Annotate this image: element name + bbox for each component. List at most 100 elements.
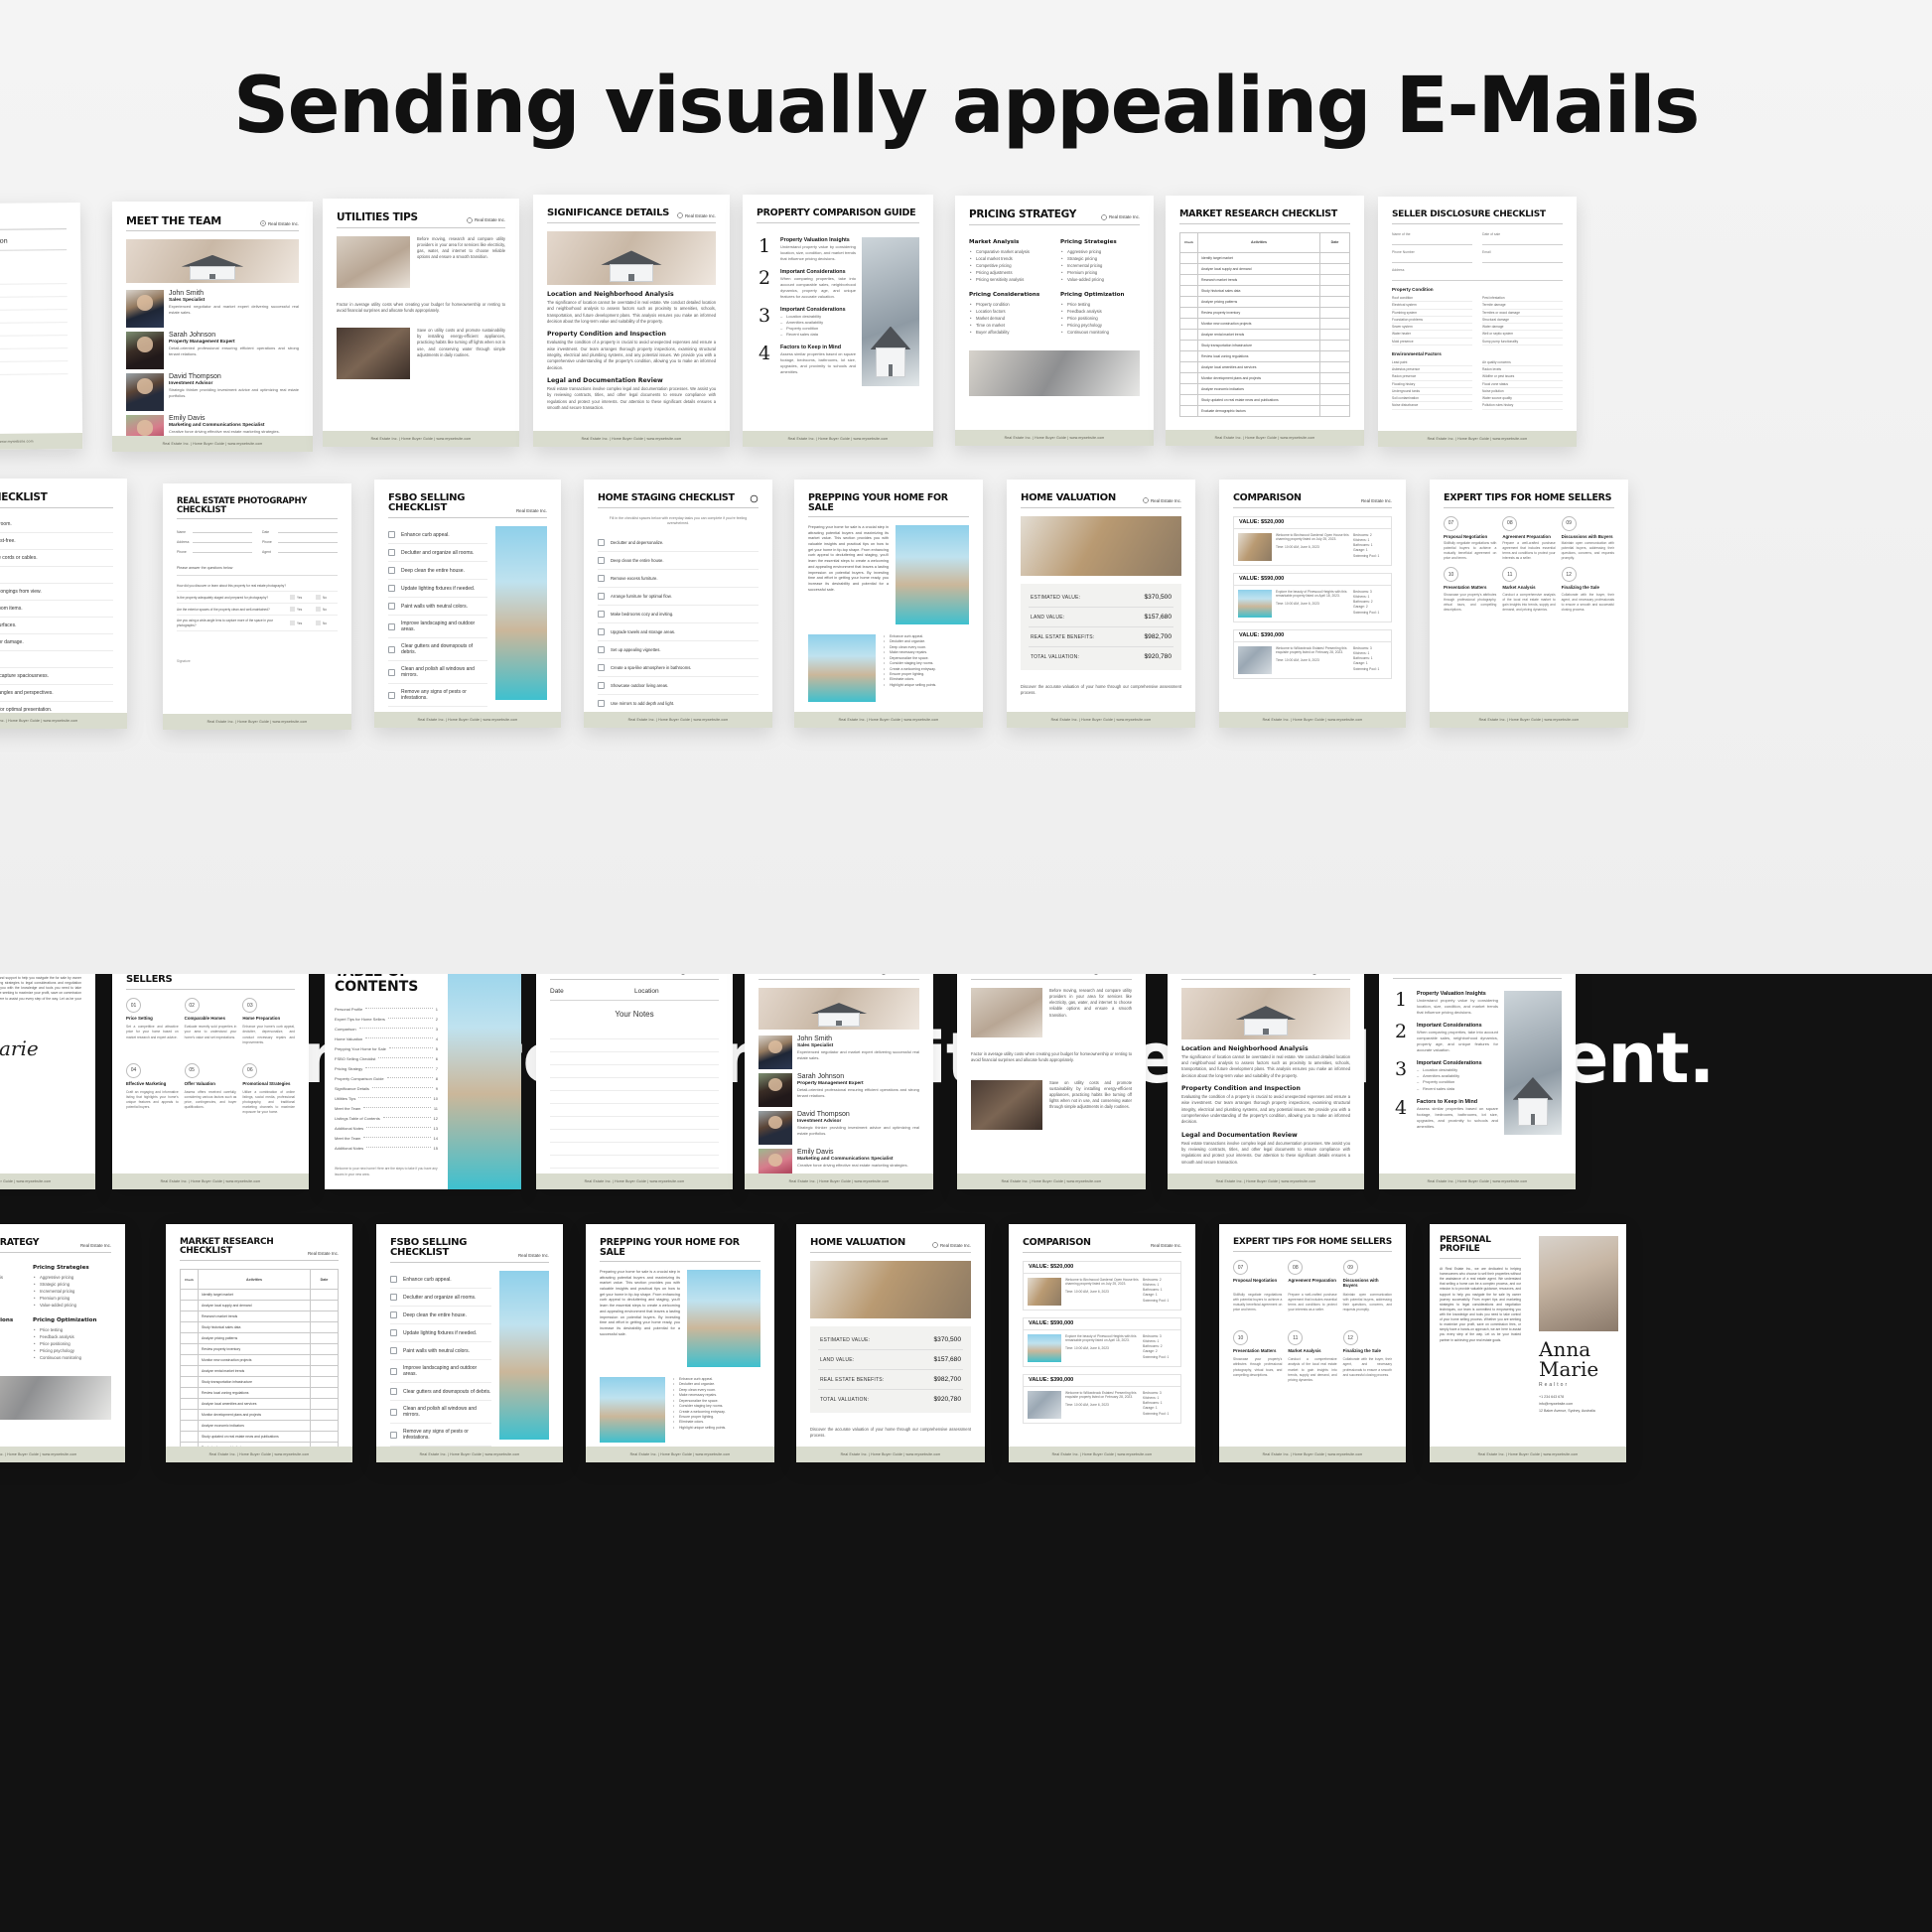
checklist-item[interactable]: Hide or remove any visible cords or cabl… [0,550,113,567]
disclosure-item[interactable]: Structural damage [1482,317,1563,324]
option-yes[interactable]: Yes [290,607,312,613]
contact-email[interactable]: info@mywebsite.com [0,1073,81,1080]
disclosure-item[interactable]: Flooding history [1392,381,1472,388]
toc-row[interactable]: FSBO Selling Checklist 6 [335,1053,438,1063]
toc-row[interactable]: Prepping Your Home for Sale 5 [335,1043,438,1053]
input-line[interactable] [1392,254,1472,263]
checklist-item[interactable]: Clear gutters and downspouts of debris. [388,638,487,661]
checklist-item[interactable]: Remove any signs of pests or infestation… [390,1424,491,1447]
checklist-item[interactable]: Experiment with different angles and per… [0,685,113,702]
disclosure-item[interactable]: Flood zone status [1482,381,1563,388]
checklist-item[interactable]: Arrange furniture for optimal flow. [598,588,759,607]
checklist-item[interactable]: Update lighting fixtures if needed. [390,1324,491,1342]
disclosure-item[interactable]: Radon levels [1482,366,1563,374]
checkbox[interactable] [388,585,395,592]
input-line[interactable] [1482,254,1563,263]
template-card-seller-disclosure-checklist[interactable]: SELLER DISCLOSURE CHECKLIST Name of the … [1378,197,1577,447]
template-card-expert-tips[interactable]: EXPERT TIPS FOR HOME SELLERS 07 Proposal … [1430,480,1628,728]
checklist-item[interactable]: Deep clean the entire house. [598,552,759,571]
disclosure-item[interactable]: Mold presence [1392,339,1472,345]
note-line[interactable] [550,1091,719,1104]
checkbox[interactable] [390,1431,397,1439]
disclosure-item[interactable]: Asbestos presence [1392,366,1472,374]
disclosure-item[interactable]: Termites or wood damage [1482,310,1563,317]
disclosure-item[interactable]: Wildfire or pest issues [1482,373,1563,381]
input-line[interactable] [193,547,252,553]
toc-row[interactable]: Additional Notes 13 [335,1123,438,1133]
input-line[interactable] [1482,236,1563,245]
checkbox[interactable] [390,1329,397,1336]
disclosure-item[interactable]: Air quality concerns [1482,359,1563,366]
template-card-comparison[interactable]: COMPARISON Real Estate Inc. VALUE: $520,… [1219,480,1406,728]
checkbox[interactable] [390,1388,397,1395]
disclosure-item[interactable]: Sump pump functionality [1482,339,1563,345]
checklist-item[interactable]: Clean and organize bathroom items. [0,601,113,618]
checkbox[interactable] [388,691,395,699]
disclosure-item[interactable]: Lead paint [1392,359,1472,366]
checklist-item[interactable]: Declutter and depersonalize. [598,534,759,553]
disclosure-item[interactable]: Plumbing system [1392,310,1472,317]
checkbox[interactable] [388,622,395,630]
note-line[interactable] [550,1065,719,1078]
checklist-item[interactable]: Deep clean the entire house. [388,562,487,580]
disclosure-item[interactable]: Noise disturbance [1392,402,1472,410]
template-card-home-staging-checklist[interactable]: HOME STAGING CHECKLIST Fill in the check… [584,480,772,728]
checkbox[interactable] [390,1367,397,1375]
checklist-item[interactable]: Use mirrors to add depth and light. [598,695,759,712]
checklist-item[interactable]: Declutter and organize all rooms. [390,1289,491,1307]
checklist-item[interactable]: Ensure all surfaces are dust-free. [0,533,113,550]
checkbox[interactable] [388,567,395,574]
template-card-significance-dark[interactable]: SIGNIFICANCE DETAILS Real Estate Inc. Lo… [1168,974,1364,1189]
note-line[interactable] [550,1104,719,1117]
toc-row[interactable]: Home Valuation 4 [335,1034,438,1043]
disclosure-item[interactable]: Underground tanks [1392,388,1472,395]
checkbox[interactable] [390,1311,397,1318]
option-no[interactable]: No [316,621,338,626]
checklist-item[interactable]: Use wide-angle lenses to capture spaciou… [0,668,113,685]
checkbox[interactable] [598,539,605,547]
toc-row[interactable]: Additional Notes 15 [335,1143,438,1153]
checkbox[interactable] [388,603,395,610]
template-card-fsbo-selling-checklist[interactable]: FSBO SELLING CHECKLIST Real Estate Inc. … [374,480,561,728]
checklist-item[interactable]: Edit and enhance photos for optimal pres… [0,702,113,714]
template-card-property-comparison-guide[interactable]: PROPERTY COMPARISON GUIDE 1 Property Val… [743,195,933,447]
template-card-meet-the-team-dark[interactable]: MEET THE TEAM Real Estate Inc. John Smit… [745,974,933,1189]
checkbox[interactable] [388,668,395,676]
disclosure-item[interactable]: Roof condition [1392,295,1472,303]
toc-row[interactable]: Comparison 3 [335,1024,438,1034]
template-card-expert-tips-dark[interactable]: EXPERT TIPS FOR HOME SELLERS 01 Price Set… [112,974,309,1189]
disclosure-item[interactable]: Termite damage [1482,302,1563,310]
note-line[interactable] [550,1052,719,1065]
checklist-item[interactable]: Improve landscaping and outdoor areas. [388,616,487,638]
checklist-item[interactable]: Clean and declutter each room. [0,516,113,533]
checkbox[interactable] [598,682,605,690]
disclosure-item[interactable]: Pest infestation [1482,295,1563,303]
template-card-market-research-dark[interactable]: MARKET RESEARCH CHECKLIST Real Estate In… [166,1224,352,1462]
checklist-item[interactable]: Deep clean the entire house. [390,1307,491,1324]
checklist-item[interactable]: Paint walls with neutral colors. [388,598,487,616]
checklist-item[interactable]: Clean and polish all windows and mirrors… [390,1401,491,1424]
template-card-expert-tips-dark-2[interactable]: EXPERT TIPS FOR HOME SELLERS 07 Proposal … [1219,1224,1406,1462]
note-line[interactable] [550,1156,719,1169]
checklist-item[interactable]: Repair any signs of wear or damage. [0,634,113,651]
input-line[interactable] [1392,272,1563,281]
input-line[interactable] [278,527,338,533]
template-card-additional-notes-partial[interactable]: Date Location Your Notes Real Estate Inc… [0,202,83,452]
option-no[interactable]: No [316,607,338,613]
toc-row[interactable]: Property Comparison Guide 8 [335,1073,438,1083]
note-line[interactable] [550,1143,719,1156]
option-yes[interactable]: Yes [290,621,312,626]
toc-row[interactable]: Meet the Team 11 [335,1103,438,1113]
checklist-item[interactable]: Upgrade towels and storage areas. [598,623,759,642]
checkbox[interactable] [390,1276,397,1283]
checkbox[interactable] [390,1294,397,1301]
checkbox[interactable] [598,646,605,654]
toc-row[interactable]: Meet the Team 14 [335,1133,438,1143]
option-yes[interactable]: Yes [290,595,312,601]
note-line[interactable] [550,1039,719,1052]
checklist-item[interactable]: Arrange and fluff pillows. [0,567,113,584]
checkbox[interactable] [598,664,605,672]
checklist-item[interactable]: Showcase outdoor living areas. [598,677,759,696]
checklist-item[interactable]: Enhance curb appeal. [390,1271,491,1289]
contact-phone[interactable]: +1 234 643 678 [1539,1394,1618,1401]
